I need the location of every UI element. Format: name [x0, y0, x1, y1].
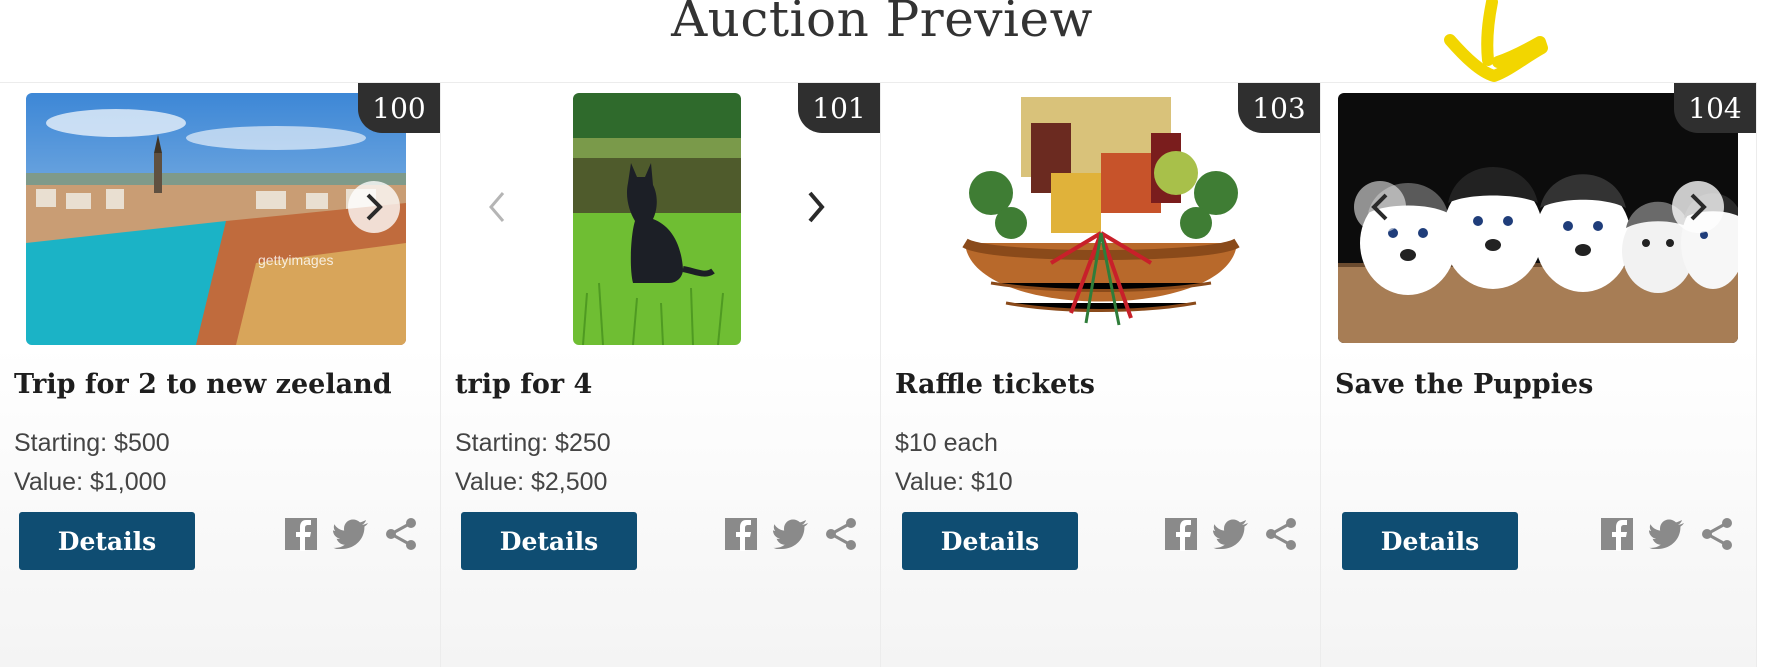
auction-item-card: 101 trip for 4 Starting: $250 Value: $2,… — [440, 82, 880, 667]
auction-item-card: 103 Raffle tickets $10 each Value: $10 D… — [880, 82, 1320, 667]
chevron-right-icon — [366, 193, 383, 221]
item-photo-city: gettyimages — [26, 93, 406, 345]
details-button[interactable]: Details — [19, 512, 195, 570]
price-each: $10 each — [895, 429, 998, 457]
share-icon[interactable] — [1262, 515, 1300, 553]
item-value: Value: $10 — [895, 468, 1013, 496]
lot-number-badge: 100 — [358, 83, 440, 133]
next-image-button[interactable] — [796, 181, 836, 233]
item-title: Raffle tickets — [895, 369, 1096, 400]
prev-image-button[interactable] — [1354, 181, 1406, 233]
next-image-button[interactable] — [348, 181, 400, 233]
chevron-right-icon — [808, 191, 825, 223]
item-value: Value: $2,500 — [455, 468, 608, 496]
prev-image-button[interactable] — [477, 181, 517, 233]
auction-item-card: 100 gettyimages Trip for 2 to new zeelan… — [0, 82, 440, 667]
share-icon[interactable] — [1698, 515, 1736, 553]
starting-bid: Starting: $500 — [14, 429, 170, 457]
auction-item-grid: 100 gettyimages Trip for 2 to new zeelan… — [0, 82, 1764, 667]
chevron-right-icon — [1690, 193, 1707, 221]
item-value: Value: $1,000 — [14, 468, 167, 496]
auction-item-card: 104 Save the Puppies Details — [1320, 82, 1757, 667]
share-icon[interactable] — [382, 515, 420, 553]
share-links — [1162, 515, 1300, 553]
share-icon[interactable] — [822, 515, 860, 553]
share-links — [1598, 515, 1736, 553]
details-button[interactable]: Details — [1342, 512, 1518, 570]
share-links — [282, 515, 420, 553]
facebook-icon[interactable] — [1598, 515, 1636, 553]
chevron-left-icon — [1371, 193, 1388, 221]
facebook-icon[interactable] — [722, 515, 760, 553]
facebook-icon[interactable] — [282, 515, 320, 553]
item-photo-gift-basket — [951, 93, 1251, 345]
lot-number-badge: 101 — [798, 83, 880, 133]
details-button[interactable]: Details — [902, 512, 1078, 570]
twitter-icon[interactable] — [1212, 515, 1250, 553]
photo-watermark: gettyimages — [258, 252, 333, 268]
lot-number-badge: 104 — [1674, 83, 1756, 133]
details-button[interactable]: Details — [461, 512, 637, 570]
starting-bid: Starting: $250 — [455, 429, 611, 457]
chevron-left-icon — [489, 192, 505, 222]
twitter-icon[interactable] — [332, 515, 370, 553]
facebook-icon[interactable] — [1162, 515, 1200, 553]
share-links — [722, 515, 860, 553]
item-title: Save the Puppies — [1335, 369, 1594, 400]
twitter-icon[interactable] — [1648, 515, 1686, 553]
next-image-button[interactable] — [1672, 181, 1724, 233]
lot-number-badge: 103 — [1238, 83, 1320, 133]
item-photo-dog-field — [573, 93, 741, 345]
item-title: Trip for 2 to new zeeland — [14, 369, 392, 400]
arrow-annotation — [1444, 0, 1548, 82]
twitter-icon[interactable] — [772, 515, 810, 553]
item-title: trip for 4 — [455, 369, 593, 400]
